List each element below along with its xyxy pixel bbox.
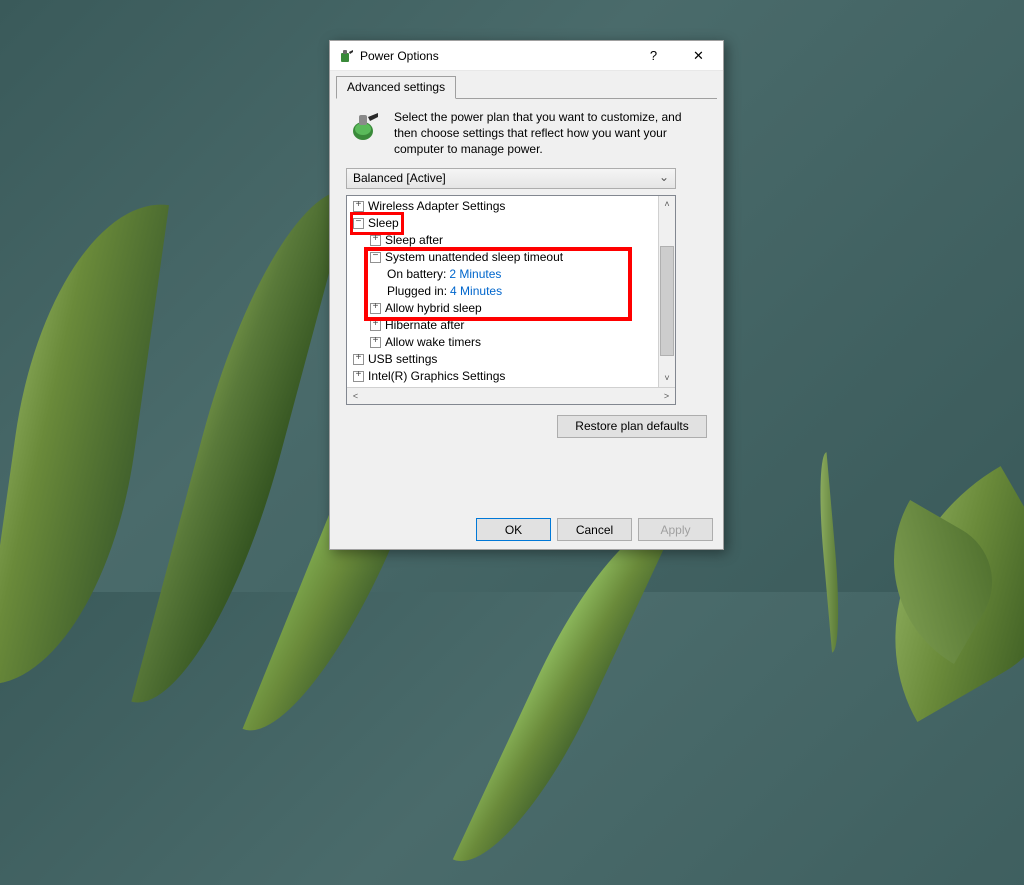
tree-label: Intel(R) Graphics Settings [368,368,505,385]
plan-selected-label: Balanced [Active] [353,171,446,185]
vertical-scrollbar[interactable]: ˄ ˅ [658,196,675,387]
tree-item-plugged-in[interactable]: Plugged in: 4 Minutes [349,283,656,300]
help-button[interactable]: ? [631,42,676,70]
setting-value-on-battery[interactable]: 2 Minutes [449,266,501,283]
titlebar: Power Options ? ✕ [330,41,723,71]
tree-label: Wireless Adapter Settings [368,198,505,215]
expand-icon[interactable]: + [370,337,381,348]
expand-icon[interactable]: + [370,235,381,246]
tree-label: Allow wake timers [385,334,481,351]
ok-button[interactable]: OK [476,518,551,541]
expand-icon[interactable]: + [370,320,381,331]
power-options-icon [338,48,354,64]
tree-item-intel-graphics[interactable]: + Intel(R) Graphics Settings [349,368,656,385]
setting-label: Plugged in: [387,283,447,300]
window-title: Power Options [360,49,631,63]
collapse-icon[interactable]: − [353,218,364,229]
power-plan-select[interactable]: Balanced [Active] [346,168,676,189]
tree-item-allow-wake[interactable]: + Allow wake timers [349,334,656,351]
description-text: Select the power plan that you want to c… [394,109,707,158]
scroll-right-icon[interactable]: ˃ [658,388,675,404]
tab-body: Select the power plan that you want to c… [336,99,717,446]
tab-strip: Advanced settings [336,75,717,99]
power-plan-icon [346,109,384,158]
expand-icon[interactable]: + [353,371,364,382]
apply-button[interactable]: Apply [638,518,713,541]
expand-icon[interactable]: + [353,201,364,212]
setting-label: On battery: [387,266,446,283]
tree-label: Sleep [368,215,399,232]
expand-icon[interactable]: + [370,303,381,314]
tab-advanced-settings[interactable]: Advanced settings [336,76,456,99]
tree-item-usb[interactable]: + USB settings [349,351,656,368]
horizontal-scrollbar[interactable]: ˂ ˃ [347,387,675,404]
tree-item-allow-hybrid[interactable]: + Allow hybrid sleep [349,300,656,317]
collapse-icon[interactable]: − [370,252,381,263]
settings-tree: + Wireless Adapter Settings − Sleep + Sl… [346,195,676,405]
restore-defaults-button[interactable]: Restore plan defaults [557,415,707,438]
bg-leaf [815,452,844,652]
tree-item-on-battery[interactable]: On battery: 2 Minutes [349,266,656,283]
tree-label: Hibernate after [385,317,464,334]
tree-item-wireless[interactable]: + Wireless Adapter Settings [349,198,656,215]
tree-item-sleep-after[interactable]: + Sleep after [349,232,656,249]
expand-icon[interactable]: + [353,354,364,365]
cancel-button[interactable]: Cancel [557,518,632,541]
scroll-thumb[interactable] [660,246,674,356]
tree-label: Allow hybrid sleep [385,300,482,317]
tree-item-system-unattended[interactable]: − System unattended sleep timeout [349,249,656,266]
tree-label: USB settings [368,351,437,368]
close-button[interactable]: ✕ [676,42,721,70]
bg-leaf [453,497,676,885]
tree-label: Sleep after [385,232,443,249]
tree-item-sleep[interactable]: − Sleep [349,215,656,232]
scroll-left-icon[interactable]: ˂ [347,388,364,404]
tree-label: System unattended sleep timeout [385,249,563,266]
setting-value-plugged-in[interactable]: 4 Minutes [450,283,502,300]
dialog-footer: OK Cancel Apply [476,518,713,541]
scroll-down-icon[interactable]: ˅ [659,370,675,387]
bg-leaf [0,189,169,701]
tree-item-hibernate-after[interactable]: + Hibernate after [349,317,656,334]
power-options-dialog: Power Options ? ✕ Advanced settings Sele… [329,40,724,550]
scroll-up-icon[interactable]: ˄ [659,196,675,213]
